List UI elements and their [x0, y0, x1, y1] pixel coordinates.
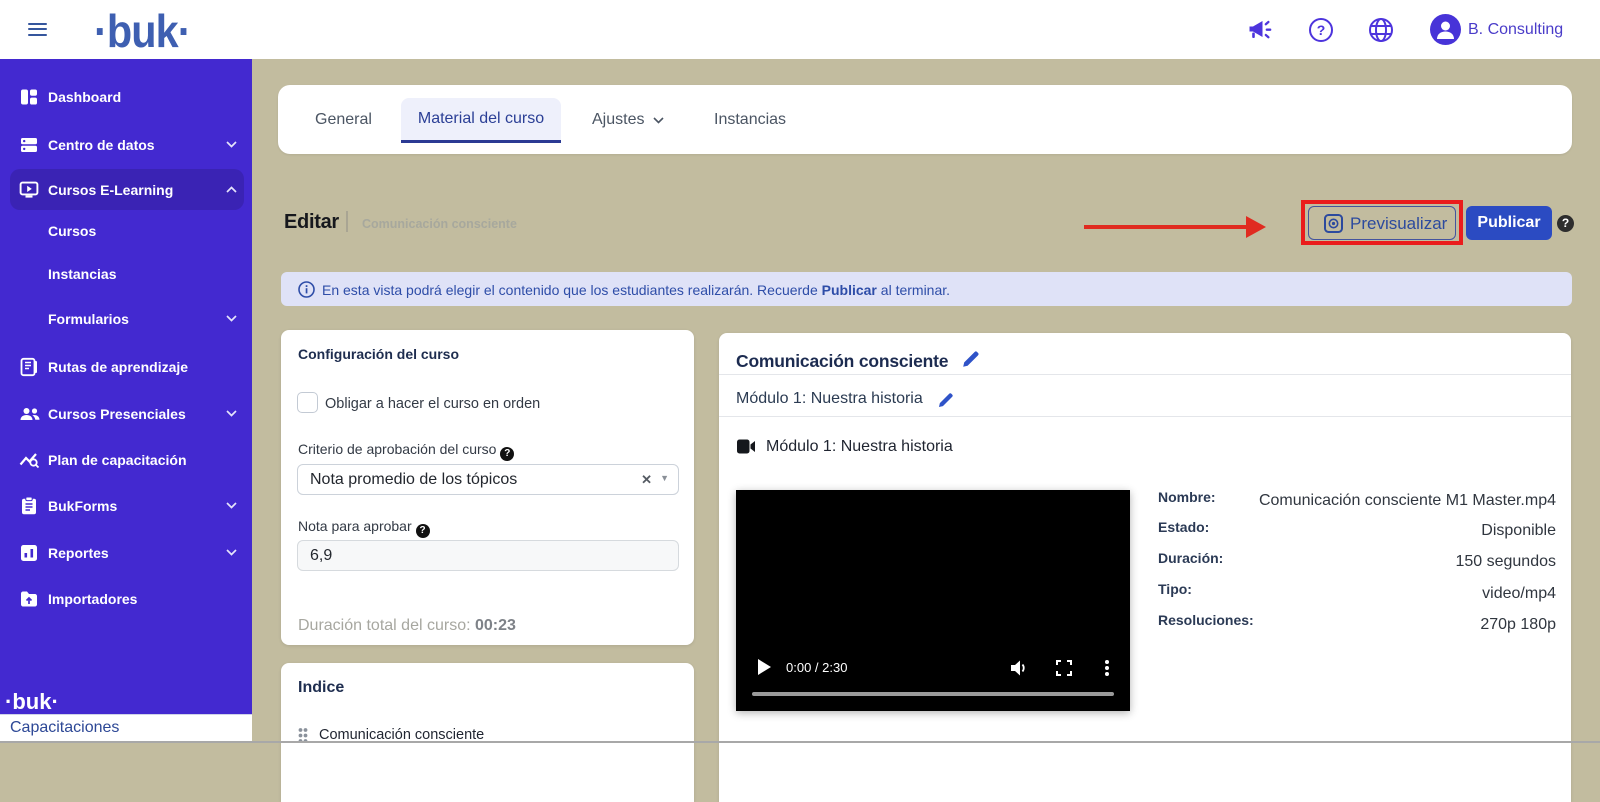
svg-text:?: ?: [1317, 22, 1326, 38]
